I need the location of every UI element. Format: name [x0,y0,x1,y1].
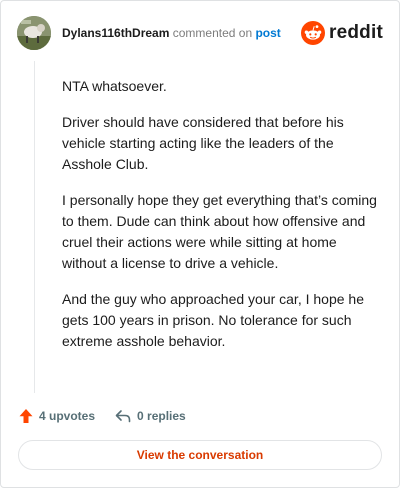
avatar-image [17,16,51,50]
comment-actions: 4 upvotes 0 replies [19,405,186,427]
comment-paragraph: NTA whatsoever. [62,78,167,94]
username-link[interactable]: Dylans116thDream [62,26,169,40]
upvote-count: 4 upvotes [39,409,96,423]
avatar[interactable] [17,16,51,50]
upvote-button[interactable]: 4 upvotes [19,408,95,424]
post-link[interactable]: post [255,26,280,40]
thread-line [34,61,35,393]
view-conversation-button[interactable]: View the conversation [18,440,382,470]
comment-paragraph: And the guy who approached your car, I h… [62,291,364,349]
replies-count: 0 replies [137,409,186,423]
comment-meta: Dylans116thDream commented on post [62,26,281,40]
upvote-arrow-icon [19,409,33,423]
reddit-wordmark: reddit [329,22,383,43]
comment-paragraph: Driver should have considered that befor… [62,114,344,172]
comment-paragraph: I personally hope they get everything th… [62,192,377,271]
reply-arrow-icon [115,410,131,423]
comment-embed-card: Dylans116thDream commented on post reddi… [0,0,400,488]
comment-body: NTA whatsoever. Driver should have consi… [62,76,382,367]
reddit-snoo-icon [301,21,326,45]
replies-button[interactable]: 0 replies [115,409,186,423]
commented-on-text: commented on [172,26,253,40]
reddit-logo[interactable]: reddit [301,20,383,46]
comment-header: Dylans116thDream commented on post reddi… [17,16,383,52]
